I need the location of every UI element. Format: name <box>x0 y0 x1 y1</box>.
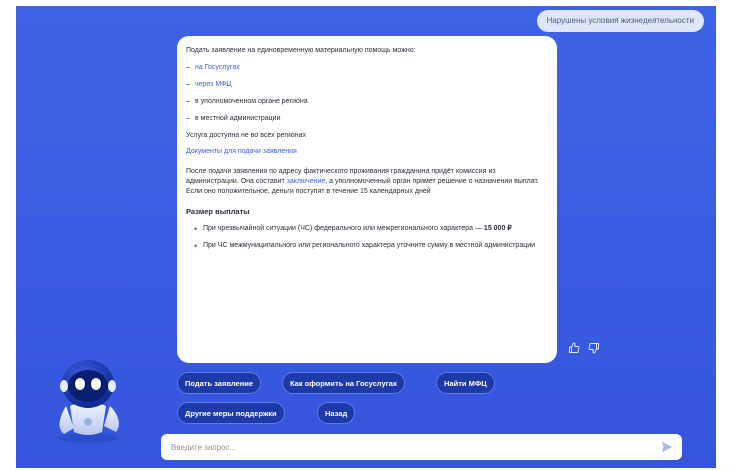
quick-reply-other-support[interactable]: Другие меры поддержки <box>177 402 285 424</box>
payment-list: • При чрезвычайной ситуации (ЧС) федерал… <box>186 224 549 251</box>
quick-reply-submit-application[interactable]: Подать заявление <box>177 372 262 394</box>
thumbs-up-button[interactable] <box>568 342 580 354</box>
thumbs-down-button[interactable] <box>588 342 600 354</box>
conclusion-link[interactable]: заключение <box>287 178 326 185</box>
availability-text: Услуга доступна не во всех регионах <box>186 132 306 139</box>
thumbs-down-icon <box>588 343 599 354</box>
chat-area: Нарушены условия жизнедеятельности Подат… <box>16 6 716 468</box>
bot-message-card: Подать заявление на единовременную матер… <box>177 36 557 363</box>
quick-reply-gosuslugi[interactable]: Как оформить на Госуслугах <box>282 372 406 394</box>
send-arrow-icon[interactable] <box>660 440 674 454</box>
dash-marker: – <box>186 81 190 88</box>
quick-reply-find-mfc[interactable]: Найти МФЦ <box>436 372 495 394</box>
application-options-list: – на Госуслугах – через МФЦ – в уполномо… <box>186 63 549 124</box>
payment-item: • При ЧС межмуниципального или региональ… <box>194 241 549 251</box>
bullet-marker: • <box>194 241 198 251</box>
option-link-gosuslugi[interactable]: на Госуслугах <box>195 63 240 73</box>
payment-regional-text: При ЧС межмуниципального или регионально… <box>203 242 536 249</box>
robot-assistant-icon <box>58 360 119 443</box>
payment-item: • При чрезвычайной ситуации (ЧС) федерал… <box>194 224 549 234</box>
bullet-marker: • <box>194 224 198 234</box>
dash-marker: – <box>186 115 190 122</box>
payment-title: Размер выплаты <box>186 207 250 216</box>
option-link-mfc[interactable]: через МФЦ <box>195 80 232 90</box>
feedback-buttons <box>568 342 600 354</box>
dash-marker: – <box>186 98 190 105</box>
query-input[interactable] <box>169 441 660 453</box>
query-input-bar <box>161 434 682 460</box>
quick-reply-back[interactable]: Назад <box>317 402 356 424</box>
dash-marker: – <box>186 64 190 71</box>
payment-federal-text: При чрезвычайной ситуации (ЧС) федеральн… <box>203 225 482 232</box>
option-item[interactable]: – на Госуслугах <box>186 63 549 73</box>
bot-intro-text: Подать заявление на единовременную матер… <box>186 47 416 54</box>
option-item: – в местной администрации <box>186 114 549 124</box>
option-text-local-administration: в местной администрации <box>195 115 281 122</box>
option-item[interactable]: – через МФЦ <box>186 80 549 90</box>
payment-federal-amount: 15 000 ₽ <box>483 225 512 232</box>
option-item: – в уполномоченном органе региона <box>186 97 549 107</box>
documents-link[interactable]: Документы для подачи заявления <box>186 147 549 157</box>
payment-item-text: При чрезвычайной ситуации (ЧС) федеральн… <box>203 224 512 234</box>
procedure-text: После подачи заявления по адресу фактиче… <box>186 167 549 197</box>
thumbs-up-icon <box>569 342 580 353</box>
user-message-bubble: Нарушены условия жизнедеятельности <box>536 10 704 32</box>
option-text-region-authority: в уполномоченном органе региона <box>195 98 308 105</box>
